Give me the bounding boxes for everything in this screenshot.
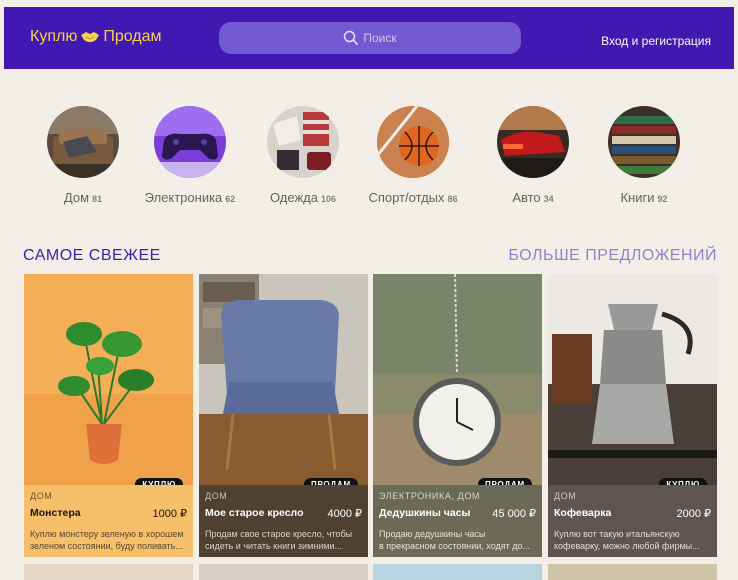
listing-title: Мое старое кресло: [205, 507, 304, 519]
category-count: 106: [320, 194, 337, 204]
category-label: Одежда: [269, 190, 318, 205]
listing-card[interactable]: ПРОДАМ ЭЛЕКТРОНИКА, ДОМ Дедушкины часы 4…: [373, 274, 542, 557]
category-count: 92: [657, 194, 668, 204]
listing-card-peek[interactable]: [373, 564, 542, 580]
handshake-icon: [80, 30, 100, 44]
listing-description: Продаю дедушкины часы в прекрасном состо…: [379, 529, 531, 551]
category-label: Книги: [620, 190, 655, 205]
listing-price: 1000 ₽: [152, 508, 187, 520]
category-label: Авто: [512, 190, 541, 205]
listing-card[interactable]: ПРОДАМ ДОМ Мое старое кресло 4000 ₽ Прод…: [199, 274, 368, 557]
logo-right-text: Продам: [103, 28, 162, 45]
listing-photo: [199, 274, 368, 485]
category-auto[interactable]: Авто 34: [473, 106, 593, 205]
category-list: Дом 81 Электроника 62 Одежда 106 Спорт/о…: [0, 106, 738, 216]
section-title: САМОЕ СВЕЖЕЕ: [23, 247, 161, 264]
category-books[interactable]: Книги 92: [584, 106, 704, 205]
listing-category: ДОМ: [554, 491, 577, 501]
category-count: 86: [447, 194, 458, 204]
category-count: 62: [225, 194, 236, 204]
category-home[interactable]: Дом 81: [23, 106, 143, 205]
search-placeholder: Поиск: [363, 31, 397, 45]
listing-title: Кофеварка: [554, 507, 612, 519]
category-electronics-image: [154, 106, 226, 178]
category-home-image: [47, 106, 119, 178]
listing-card-peek[interactable]: [199, 564, 368, 580]
login-register-link[interactable]: Вход и регистрация: [601, 34, 711, 48]
search-input[interactable]: Поиск: [219, 22, 521, 54]
listing-description: Продам свое старое кресло, чтобы сидеть …: [205, 529, 353, 551]
category-electronics[interactable]: Электроника 62: [130, 106, 250, 205]
listing-card[interactable]: КУПЛЮ ДОМ Кофеварка 2000 ₽ Куплю вот так…: [548, 274, 717, 557]
listing-card-peek[interactable]: [548, 564, 717, 580]
logo[interactable]: Куплю Продам: [30, 28, 162, 46]
listing-category: ЭЛЕКТРОНИКА, ДОМ: [379, 491, 481, 501]
listing-title: Монстера: [30, 507, 81, 519]
category-clothes-image: [267, 106, 339, 178]
category-label: Дом: [63, 190, 90, 205]
listing-photo: [24, 274, 193, 485]
listing-photo: [373, 274, 542, 485]
category-label: Электроника: [144, 190, 223, 205]
listing-card[interactable]: КУПЛЮ ДОМ Монстера 1000 ₽ Куплю монстеру…: [24, 274, 193, 557]
listing-category: ДОМ: [205, 491, 228, 501]
listing-title: Дедушкины часы: [379, 507, 471, 519]
category-sport-image: [377, 106, 449, 178]
more-offers-link[interactable]: БОЛЬШЕ ПРЕДЛОЖЕНИЙ: [508, 247, 717, 265]
listing-price: 45 000 ₽: [492, 508, 536, 520]
category-label: Спорт/отдых: [368, 190, 445, 205]
listing-price: 2000 ₽: [676, 508, 711, 520]
listing-card-peek[interactable]: [24, 564, 193, 580]
listing-description: Куплю вот такую итальянскую кофеварку, м…: [554, 529, 700, 551]
listing-category: ДОМ: [30, 491, 53, 501]
listing-price: 4000 ₽: [327, 508, 362, 520]
category-clothes[interactable]: Одежда 106: [243, 106, 363, 205]
category-books-image: [608, 106, 680, 178]
listing-photo: [548, 274, 717, 485]
search-icon: [344, 30, 359, 46]
logo-left-text: Куплю: [30, 28, 78, 45]
category-count: 34: [543, 194, 554, 204]
top-header: Куплю Продам Поиск Вход и регистрация: [4, 7, 734, 69]
category-auto-image: [497, 106, 569, 178]
listing-description: Куплю монстеру зеленую в хорошем зеленом…: [30, 529, 184, 551]
category-sport[interactable]: Спорт/отдых 86: [353, 106, 473, 205]
category-count: 81: [92, 194, 103, 204]
